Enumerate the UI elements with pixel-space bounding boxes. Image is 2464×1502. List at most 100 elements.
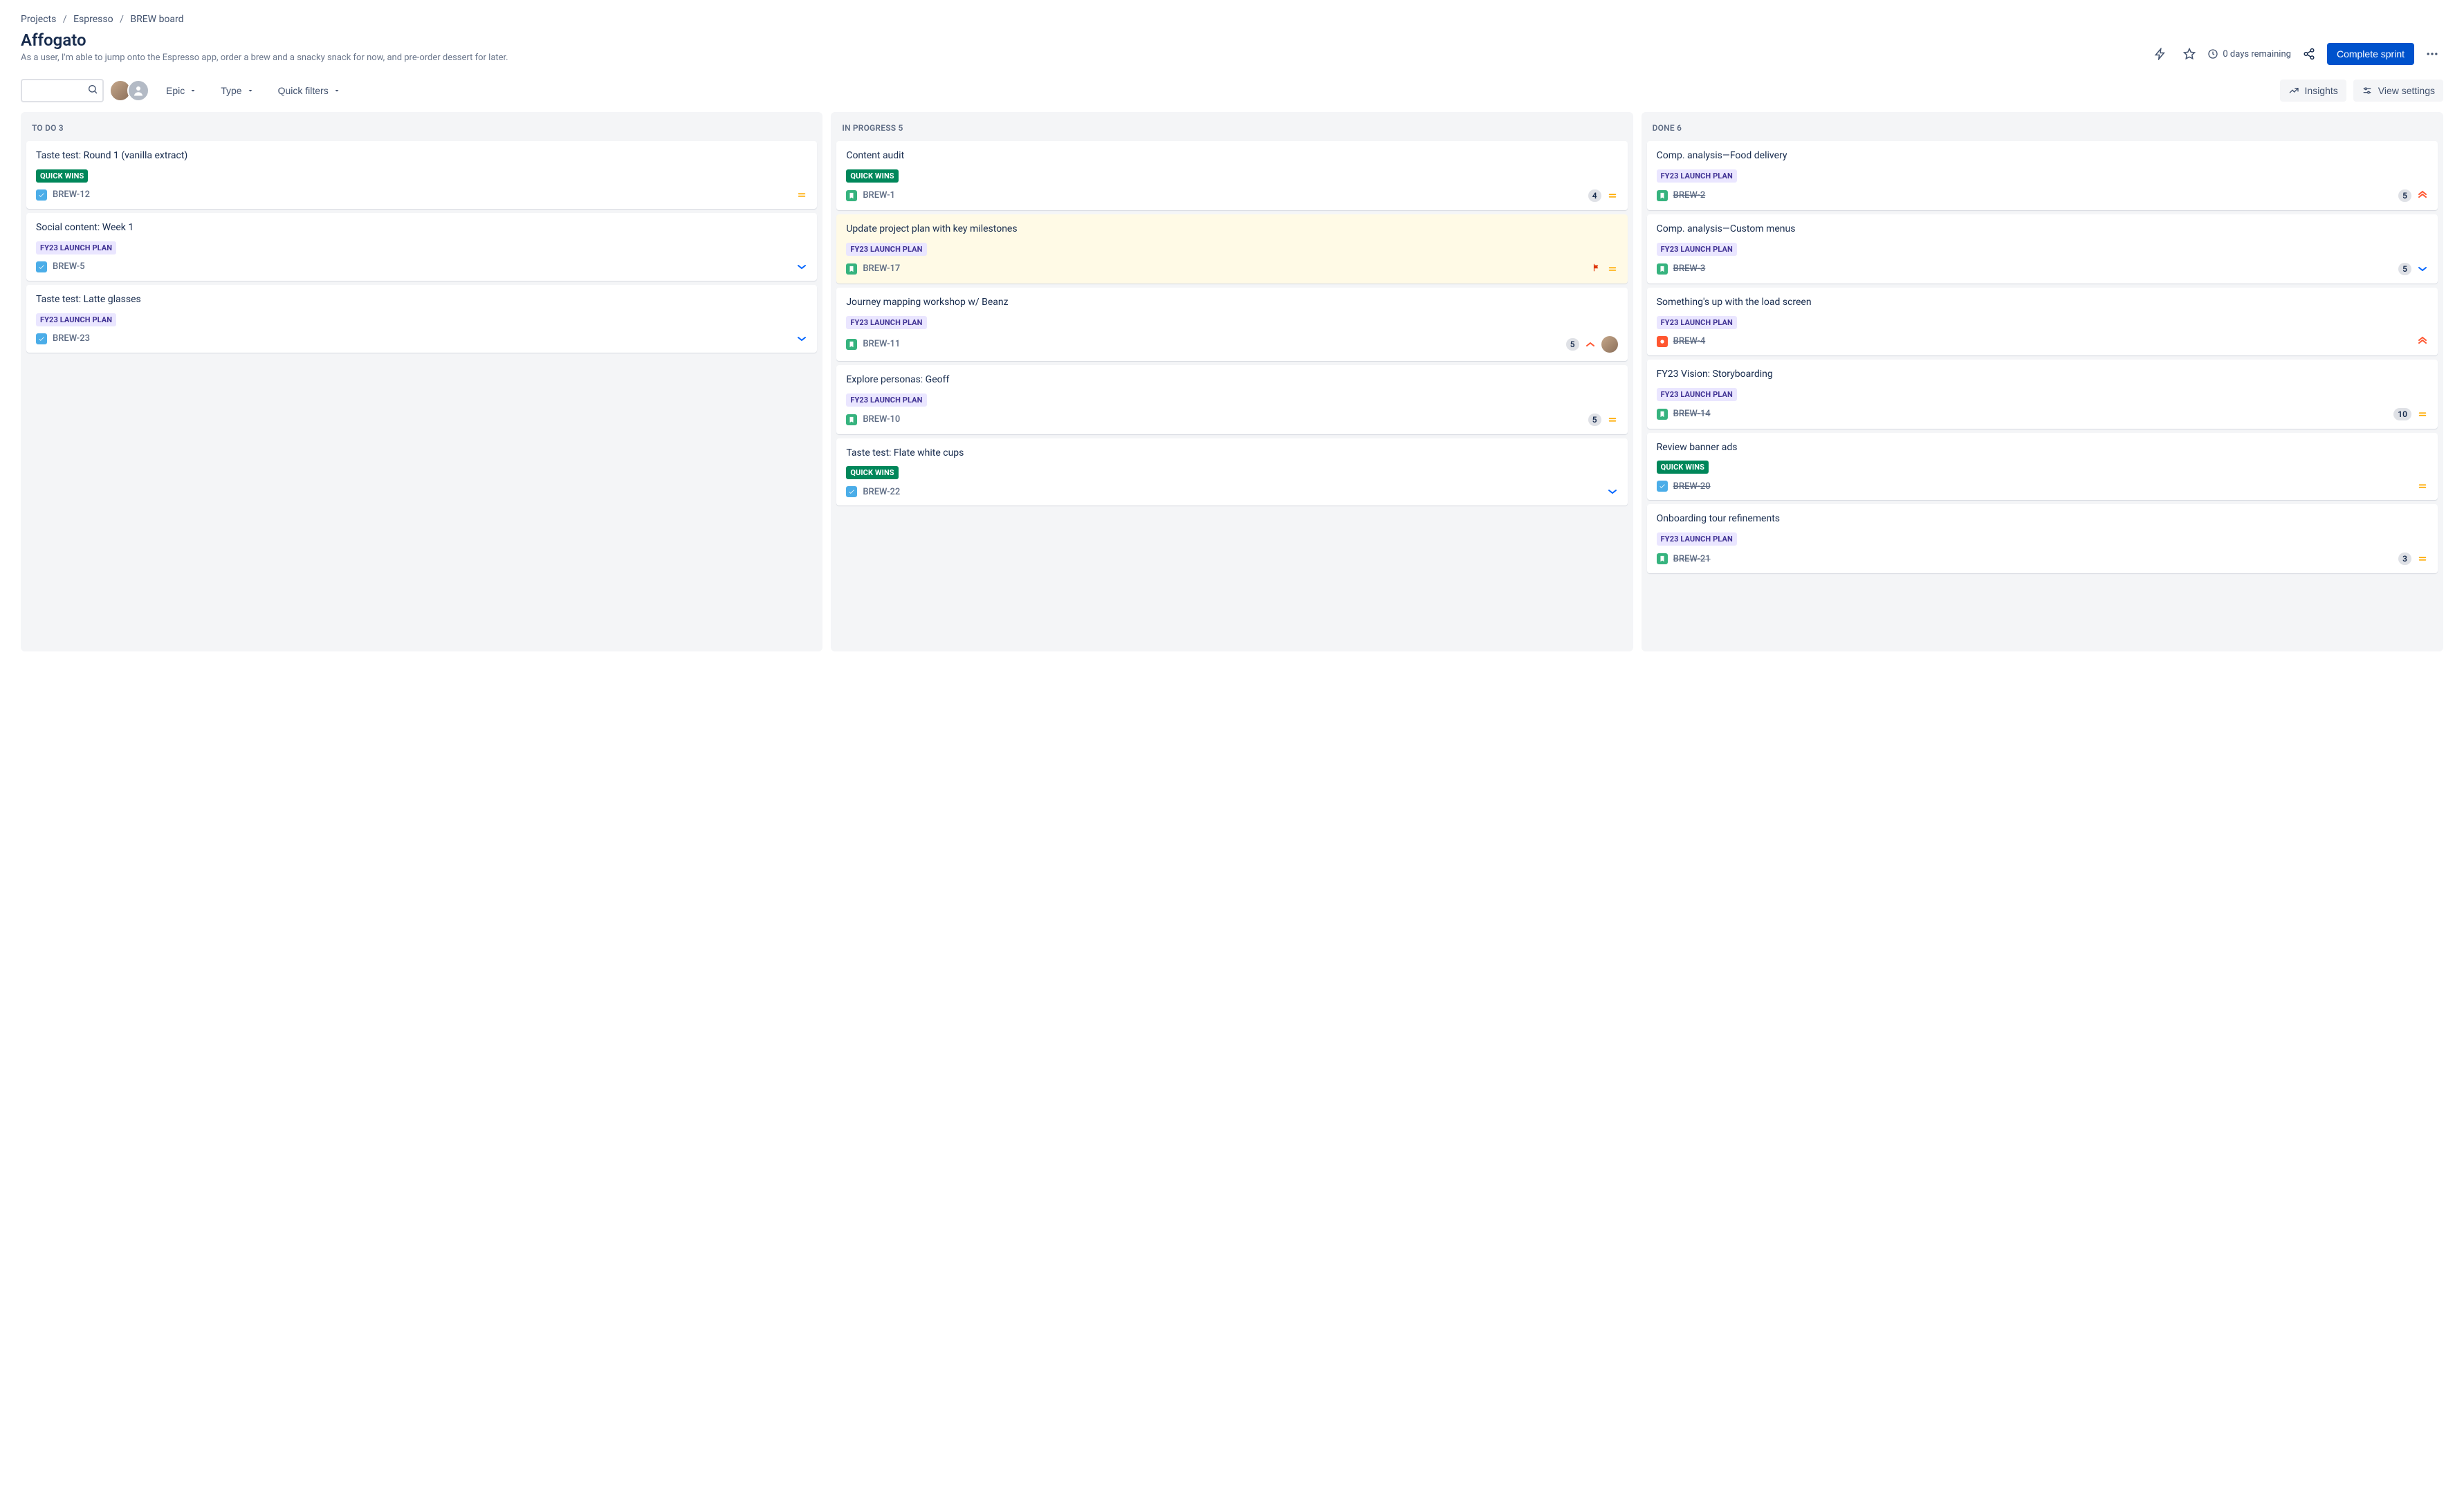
label-quickwins: QUICK WINS: [846, 466, 898, 479]
card-title: Journey mapping workshop w/ Beanz: [846, 296, 1617, 309]
priority-highest-icon: [2417, 190, 2428, 201]
card-title: Comp. analysis—Food delivery: [1657, 149, 2428, 163]
story-points: 5: [2398, 189, 2411, 202]
card-title: Social content: Week 1: [36, 221, 807, 234]
chevron-down-icon: [246, 86, 255, 95]
story-points: 5: [2398, 263, 2411, 275]
card[interactable]: Social content: Week 1FY23 LAUNCH PLANBR…: [26, 213, 817, 281]
priority-medium-icon: [2417, 553, 2428, 564]
automation-icon[interactable]: [2149, 43, 2171, 65]
type-filter[interactable]: Type: [214, 81, 261, 100]
label-quickwins: QUICK WINS: [846, 169, 898, 183]
priority-highest-icon: [2417, 336, 2428, 347]
priority-medium-icon: [2417, 409, 2428, 420]
breadcrumb-projects[interactable]: Projects: [21, 14, 56, 25]
card[interactable]: Comp. analysis—Food deliveryFY23 LAUNCH …: [1647, 141, 2438, 210]
label-fy23: FY23 LAUNCH PLAN: [36, 313, 116, 326]
priority-low-icon: [796, 333, 807, 344]
issue-type-story-icon: [1657, 263, 1668, 275]
issue-key: BREW-10: [863, 414, 900, 425]
label-fy23: FY23 LAUNCH PLAN: [1657, 388, 1737, 401]
assignee-avatar[interactable]: [1601, 336, 1618, 353]
insights-button[interactable]: Insights: [2280, 80, 2346, 102]
label-fy23: FY23 LAUNCH PLAN: [846, 393, 926, 407]
card-title: Onboarding tour refinements: [1657, 512, 2428, 526]
card-title: Taste test: Flate white cups: [846, 447, 1617, 460]
issue-key: BREW-23: [53, 333, 90, 344]
issue-key: BREW-11: [863, 339, 900, 349]
label-fy23: FY23 LAUNCH PLAN: [1657, 532, 1737, 546]
chevron-down-icon: [333, 86, 341, 95]
breadcrumb: Projects / Espresso / BREW board: [21, 14, 2443, 25]
breadcrumb-sep: /: [63, 14, 67, 25]
story-points: 5: [1566, 338, 1579, 351]
issue-type-story-icon: [846, 414, 857, 425]
priority-medium-icon: [796, 189, 807, 201]
card[interactable]: Explore personas: Geoff FY23 LAUNCH PLAN B…: [836, 365, 1627, 434]
star-icon[interactable]: [2178, 43, 2200, 65]
breadcrumb-espresso[interactable]: Espresso: [73, 14, 113, 25]
card-title: Taste test: Latte glasses: [36, 293, 807, 306]
more-actions-icon[interactable]: [2421, 43, 2443, 65]
settings-icon: [2362, 85, 2373, 96]
chevron-down-icon: [189, 86, 197, 95]
issue-key: BREW-1: [863, 190, 895, 201]
time-remaining: 0 days remaining: [2207, 48, 2291, 59]
card-title: Something's up with the load screen: [1657, 296, 2428, 309]
epic-filter[interactable]: Epic: [159, 81, 204, 100]
issue-key: BREW-4: [1673, 336, 1706, 346]
card[interactable]: Comp. analysis—Custom menus FY23 LAUNCH P…: [1647, 214, 2438, 284]
issue-key: BREW-5: [53, 261, 85, 272]
issue-type-story-icon: [846, 263, 857, 275]
avatar-group: [113, 80, 149, 102]
issue-type-story-icon: [846, 339, 857, 350]
quick-filters[interactable]: Quick filters: [271, 81, 348, 100]
issue-key: BREW-3: [1673, 263, 1706, 274]
card[interactable]: Content audit QUICK WINS BREW-1 4: [836, 141, 1627, 210]
label-fy23: FY23 LAUNCH PLAN: [1657, 243, 1737, 256]
search-icon: [87, 84, 98, 98]
card-title: FY23 Vision: Storyboarding: [1657, 368, 2428, 381]
card[interactable]: Taste test: Round 1 (vanilla extract)QUI…: [26, 141, 817, 209]
card-title: Explore personas: Geoff: [846, 373, 1617, 387]
view-settings-button[interactable]: View settings: [2353, 80, 2443, 102]
card[interactable]: Update project plan with key milestonesF…: [836, 214, 1627, 284]
card-title: Content audit: [846, 149, 1617, 163]
issue-key: BREW-20: [1673, 481, 1711, 492]
breadcrumb-board[interactable]: BREW board: [130, 14, 183, 25]
card[interactable]: Taste test: Flate white cups QUICK WINS BR…: [836, 438, 1627, 506]
sprint-goal: As a user, I'm able to jump onto the Esp…: [21, 53, 508, 63]
card-title: Comp. analysis—Custom menus: [1657, 223, 2428, 236]
complete-sprint-button[interactable]: Complete sprint: [2327, 43, 2414, 65]
card[interactable]: Taste test: Latte glasses FY23 LAUNCH PLA…: [26, 285, 817, 353]
sprint-title: Affogato: [21, 30, 508, 50]
issue-type-story-icon: [1657, 190, 1668, 201]
story-points: 10: [2393, 408, 2411, 420]
story-points: 5: [1588, 414, 1601, 426]
avatar-unassigned[interactable]: [127, 80, 149, 102]
column-header-todo: TO DO 3: [26, 119, 817, 141]
label-quickwins: QUICK WINS: [1657, 461, 1709, 474]
issue-key: BREW-22: [863, 487, 900, 497]
priority-low-icon: [1607, 486, 1618, 497]
card[interactable]: Onboarding tour refinements FY23 LAUNCH P…: [1647, 504, 2438, 573]
card[interactable]: FY23 Vision: Storyboarding FY23 LAUNCH PL…: [1647, 360, 2438, 429]
column-inprogress: IN PROGRESS 5 Content auditQUICK WINSBRE…: [831, 112, 1633, 651]
story-points: 4: [1588, 189, 1601, 202]
label-fy23: FY23 LAUNCH PLAN: [846, 243, 926, 256]
board: TO DO 3 Taste test: Round 1 (vanilla ext…: [21, 112, 2443, 651]
card[interactable]: Review banner adsQUICK WINSBREW-20: [1647, 433, 2438, 501]
label-quickwins: QUICK WINS: [36, 169, 88, 183]
issue-type-story-icon: [1657, 553, 1668, 564]
breadcrumb-sep: /: [120, 14, 124, 25]
issue-key: BREW-2: [1673, 190, 1706, 201]
story-points: 3: [2398, 553, 2411, 565]
issue-key: BREW-14: [1673, 409, 1711, 419]
card[interactable]: Something's up with the load screenFY23 …: [1647, 288, 2438, 355]
issue-type-task-icon: [1657, 481, 1668, 492]
card[interactable]: Journey mapping workshop w/ BeanzFY23 LA…: [836, 288, 1627, 361]
share-icon[interactable]: [2298, 43, 2320, 65]
priority-low-icon: [2417, 263, 2428, 275]
flag-icon: [1592, 263, 1601, 275]
priority-high-icon: [1585, 339, 1596, 350]
